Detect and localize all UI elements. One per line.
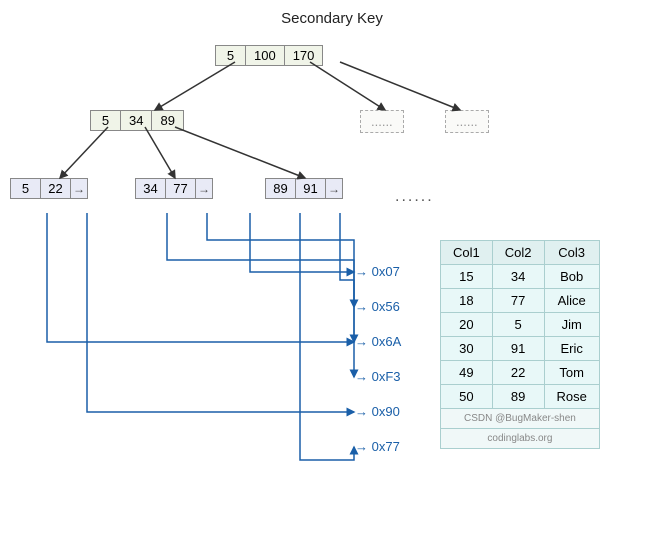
table-row: 15 34 Bob	[441, 265, 600, 289]
r6c3: Rose	[544, 385, 599, 409]
r1c2: 34	[492, 265, 544, 289]
root-cell-2: 100	[246, 46, 285, 65]
leaf3-key1: 89	[266, 179, 296, 198]
ptr-0xF3: → 0xF3	[355, 369, 401, 384]
footer-csdn: CSDN @BugMaker-shen	[441, 409, 600, 429]
r3c2: 5	[492, 313, 544, 337]
table-row: 20 5 Jim	[441, 313, 600, 337]
page-title: Secondary Key	[0, 0, 664, 27]
main-container: Secondary Key 5 100 170 5 34 89 ...... .…	[0, 0, 664, 534]
leaf1-key1: 5	[11, 179, 41, 198]
root-cell-3: 170	[285, 46, 323, 65]
r4c2: 91	[492, 337, 544, 361]
leaf3-arrow: →	[326, 179, 342, 198]
r3c1: 20	[441, 313, 493, 337]
leaf-node-2: 34 77 → 0x6A 0x56	[135, 178, 197, 190]
r3c3: Jim	[544, 313, 599, 337]
leaf2-key2: 77	[166, 179, 196, 198]
col3-header: Col3	[544, 241, 599, 265]
l2-cell-2: 34	[121, 111, 152, 130]
col1-header: Col1	[441, 241, 493, 265]
l2-cell-1: 5	[91, 111, 121, 130]
leaf2-key1: 34	[136, 179, 166, 198]
ptr-0x07: → 0x07	[355, 264, 400, 279]
dashed-node-1: ......	[360, 110, 404, 133]
r2c2: 77	[492, 289, 544, 313]
footer-site: codinglabs.org	[441, 429, 600, 449]
leaf2-arrow: →	[196, 179, 212, 198]
table-row: 49 22 Tom	[441, 361, 600, 385]
leaf3-key2: 91	[296, 179, 326, 198]
ptr-0x90: → 0x90	[355, 404, 400, 419]
leaf1-arrow: →	[71, 179, 87, 198]
table-footer-row2: codinglabs.org	[441, 429, 600, 449]
r1c3: Bob	[544, 265, 599, 289]
r5c1: 49	[441, 361, 493, 385]
dashed-node-2: ......	[445, 110, 489, 133]
col2-header: Col2	[492, 241, 544, 265]
table-row: 18 77 Alice	[441, 289, 600, 313]
level2-node: 5 34 89	[90, 110, 184, 131]
r5c3: Tom	[544, 361, 599, 385]
root-node: 5 100 170	[215, 45, 323, 66]
r2c1: 18	[441, 289, 493, 313]
r6c2: 89	[492, 385, 544, 409]
r4c3: Eric	[544, 337, 599, 361]
table-row: 50 89 Rose	[441, 385, 600, 409]
root-cell-1: 5	[216, 46, 246, 65]
r6c1: 50	[441, 385, 493, 409]
r4c1: 30	[441, 337, 493, 361]
table-footer-row: CSDN @BugMaker-shen	[441, 409, 600, 429]
leaf-node-1: 5 22 → 0x6A 0x90	[10, 178, 72, 190]
leaf-node-3: 89 91 → 0x77 0xF3	[265, 178, 326, 190]
r2c3: Alice	[544, 289, 599, 313]
ptr-0x56: → 0x56	[355, 299, 400, 314]
data-table: Col1 Col2 Col3 15 34 Bob 18 77 Alice 20 …	[440, 240, 600, 449]
dots-middle: ......	[395, 188, 434, 206]
l2-cell-3: 89	[152, 111, 182, 130]
r5c2: 22	[492, 361, 544, 385]
table-row: 30 91 Eric	[441, 337, 600, 361]
leaf1-key2: 22	[41, 179, 71, 198]
ptr-0x77: → 0x77	[355, 439, 400, 454]
r1c1: 15	[441, 265, 493, 289]
ptr-0x6A: → 0x6A	[355, 334, 401, 349]
